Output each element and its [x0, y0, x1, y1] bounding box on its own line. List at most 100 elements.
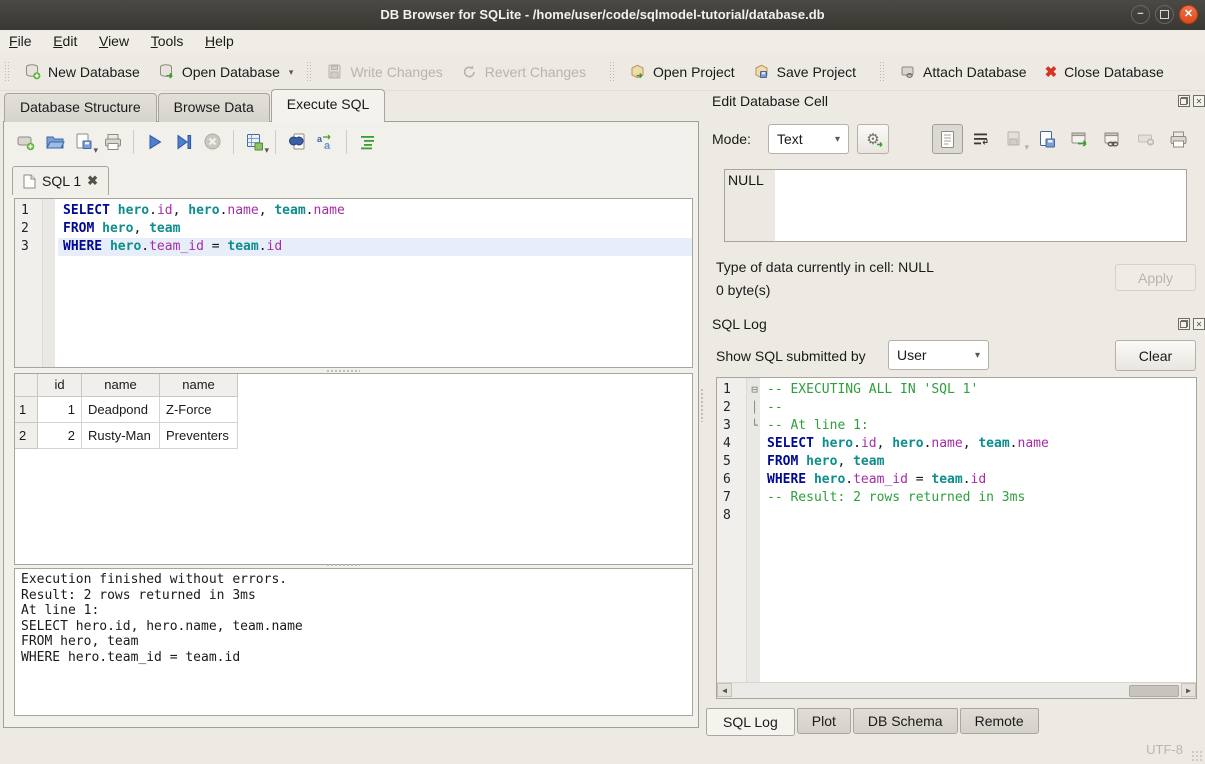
sql-log-title: SQL Log — [712, 316, 767, 332]
print-sql-button[interactable] — [99, 128, 126, 155]
table-cell[interactable]: Rusty-Man — [82, 423, 160, 449]
new-database-button[interactable]: New Database — [15, 58, 149, 85]
column-header-id[interactable]: id — [38, 374, 82, 397]
editor-line[interactable]: 3 WHERE hero.team_id = team.id — [15, 238, 692, 256]
minimize-button[interactable]: − — [1131, 5, 1150, 24]
cell-link-button[interactable] — [1097, 124, 1128, 154]
row-number[interactable]: 1 — [15, 397, 38, 423]
horizontal-scrollbar[interactable]: ◀ ▶ — [717, 682, 1196, 698]
close-panel-button[interactable]: ✕ — [1193, 95, 1205, 107]
column-header-name[interactable]: name — [82, 374, 160, 397]
link-icon — [1103, 131, 1122, 148]
corner-header[interactable] — [15, 374, 38, 397]
save-sql-file-button[interactable]: ▾ — [70, 128, 97, 155]
code-line: SELECT hero.id, hero.name, team.name — [58, 202, 692, 220]
tab-database-structure[interactable]: Database Structure — [4, 93, 157, 122]
close-button[interactable]: ✕ — [1179, 5, 1198, 24]
minimize-icon: − — [1137, 9, 1143, 20]
new-database-label: New Database — [48, 64, 140, 80]
message-line: WHERE hero.team_id = team.id — [21, 650, 686, 666]
menu-help[interactable]: Help — [196, 30, 243, 52]
resize-grip[interactable] — [1191, 750, 1203, 762]
float-panel-button[interactable] — [1178, 318, 1190, 330]
sql-editor-toolbar: ▾ ▾ aa — [12, 128, 381, 155]
close-panel-button[interactable]: ✕ — [1193, 318, 1205, 330]
menu-view[interactable]: View — [90, 30, 138, 52]
format-sql-button[interactable] — [354, 128, 381, 155]
apply-button[interactable]: Apply — [1115, 264, 1196, 291]
log-line: 1 ⊟ -- EXECUTING ALL IN 'SQL 1' — [717, 381, 1196, 399]
save-results-button[interactable]: ▾ — [241, 128, 268, 155]
sql-tab-close-icon[interactable]: ✖ — [87, 173, 98, 189]
open-sql-file-button[interactable] — [41, 128, 68, 155]
editor-line[interactable]: 2 FROM hero, team — [15, 220, 692, 238]
panel-splitter[interactable] — [700, 388, 704, 422]
line-number: 7 — [717, 489, 747, 507]
sql-editor[interactable]: 1 SELECT hero.id, hero.name, team.name 2… — [14, 198, 693, 368]
auto-mode-button[interactable]: ⚙ — [857, 124, 889, 154]
splitter-handle[interactable] — [326, 563, 360, 567]
column-header-name2[interactable]: name — [160, 374, 238, 397]
revert-changes-button[interactable]: Revert Changes — [452, 58, 595, 85]
save-project-button[interactable]: Save Project — [744, 58, 865, 85]
table-cell[interactable]: Deadpond — [82, 397, 160, 423]
menu-edit[interactable]: Edit — [44, 30, 86, 52]
maximize-button[interactable] — [1155, 5, 1174, 24]
menu-tools[interactable]: Tools — [142, 30, 193, 52]
scroll-left-button[interactable]: ◀ — [717, 683, 732, 697]
dock-tab-db-schema[interactable]: DB Schema — [853, 708, 958, 734]
attach-database-button[interactable]: Attach Database — [890, 58, 1036, 85]
editor-line[interactable]: 1 SELECT hero.id, hero.name, team.name — [15, 202, 692, 220]
table-cell[interactable]: Z-Force — [160, 397, 238, 423]
dock-tab-remote[interactable]: Remote — [960, 708, 1039, 734]
table-cell[interactable]: Preventers — [160, 423, 238, 449]
stop-execution-button[interactable] — [199, 128, 226, 155]
write-changes-icon — [326, 63, 343, 80]
tab-browse-data[interactable]: Browse Data — [158, 93, 270, 122]
find-button[interactable] — [283, 128, 310, 155]
dock-tab-plot[interactable]: Plot — [797, 708, 851, 734]
menu-file[interactable]: File — [0, 30, 41, 52]
open-project-button[interactable]: Open Project — [620, 58, 744, 85]
open-database-dropdown-icon[interactable]: ▾ — [289, 67, 294, 80]
cell-editor[interactable]: NULL — [724, 169, 1187, 242]
execute-line-button[interactable] — [170, 128, 197, 155]
toolbar-grip — [609, 61, 616, 83]
tab-execute-sql[interactable]: Execute SQL — [271, 89, 386, 122]
close-database-button[interactable]: ✖ Close Database — [1036, 58, 1173, 86]
float-icon2 — [1180, 98, 1187, 105]
sql-editor-tab[interactable]: SQL 1 ✖ — [12, 166, 109, 195]
cell-print-button[interactable] — [1163, 124, 1194, 154]
log-line: 3 └ -- At line 1: — [717, 417, 1196, 435]
sql-log-view[interactable]: 1 ⊟ -- EXECUTING ALL IN 'SQL 1' 2 │ -- 3… — [716, 377, 1197, 699]
write-changes-button[interactable]: Write Changes — [317, 58, 451, 85]
save-file-dropdown-icon[interactable]: ▾ — [93, 145, 98, 158]
scrollbar-thumb[interactable] — [1129, 685, 1179, 697]
execute-all-button[interactable] — [141, 128, 168, 155]
table-cell[interactable]: 2 — [38, 423, 82, 449]
log-filter-select[interactable]: User ▾ — [888, 340, 989, 370]
cell-text-mode-button[interactable] — [932, 124, 963, 154]
table-cell[interactable]: 1 — [38, 397, 82, 423]
cell-open-in-app-button[interactable] — [1064, 124, 1095, 154]
encoding-indicator[interactable]: UTF-8 — [1146, 742, 1183, 757]
mode-label: Mode: — [712, 131, 751, 147]
fold-collapse-icon[interactable]: ⊟ — [747, 381, 762, 399]
float-panel-button[interactable] — [1178, 95, 1190, 107]
cell-word-wrap-button[interactable] — [965, 124, 996, 154]
cell-import-button[interactable]: ▾ — [998, 124, 1029, 154]
mode-select[interactable]: Text ▾ — [768, 124, 849, 154]
save-as-icon — [1038, 130, 1056, 149]
save-results-dropdown-icon[interactable]: ▾ — [264, 145, 269, 158]
scroll-right-button[interactable]: ▶ — [1181, 683, 1196, 697]
cell-set-null-button[interactable] — [1130, 124, 1161, 154]
open-sql-tab-button[interactable] — [12, 128, 39, 155]
gear-arrow-icon — [876, 140, 885, 149]
dock-tab-sql-log[interactable]: SQL Log — [706, 708, 795, 736]
cell-export-button[interactable] — [1031, 124, 1062, 154]
row-number[interactable]: 2 — [15, 423, 38, 449]
clear-log-button[interactable]: Clear — [1115, 340, 1196, 371]
log-code-line: -- Result: 2 rows returned in 3ms — [762, 489, 1196, 507]
replace-button[interactable]: aa — [312, 128, 339, 155]
open-database-button[interactable]: Open Database ▾ — [149, 58, 303, 85]
